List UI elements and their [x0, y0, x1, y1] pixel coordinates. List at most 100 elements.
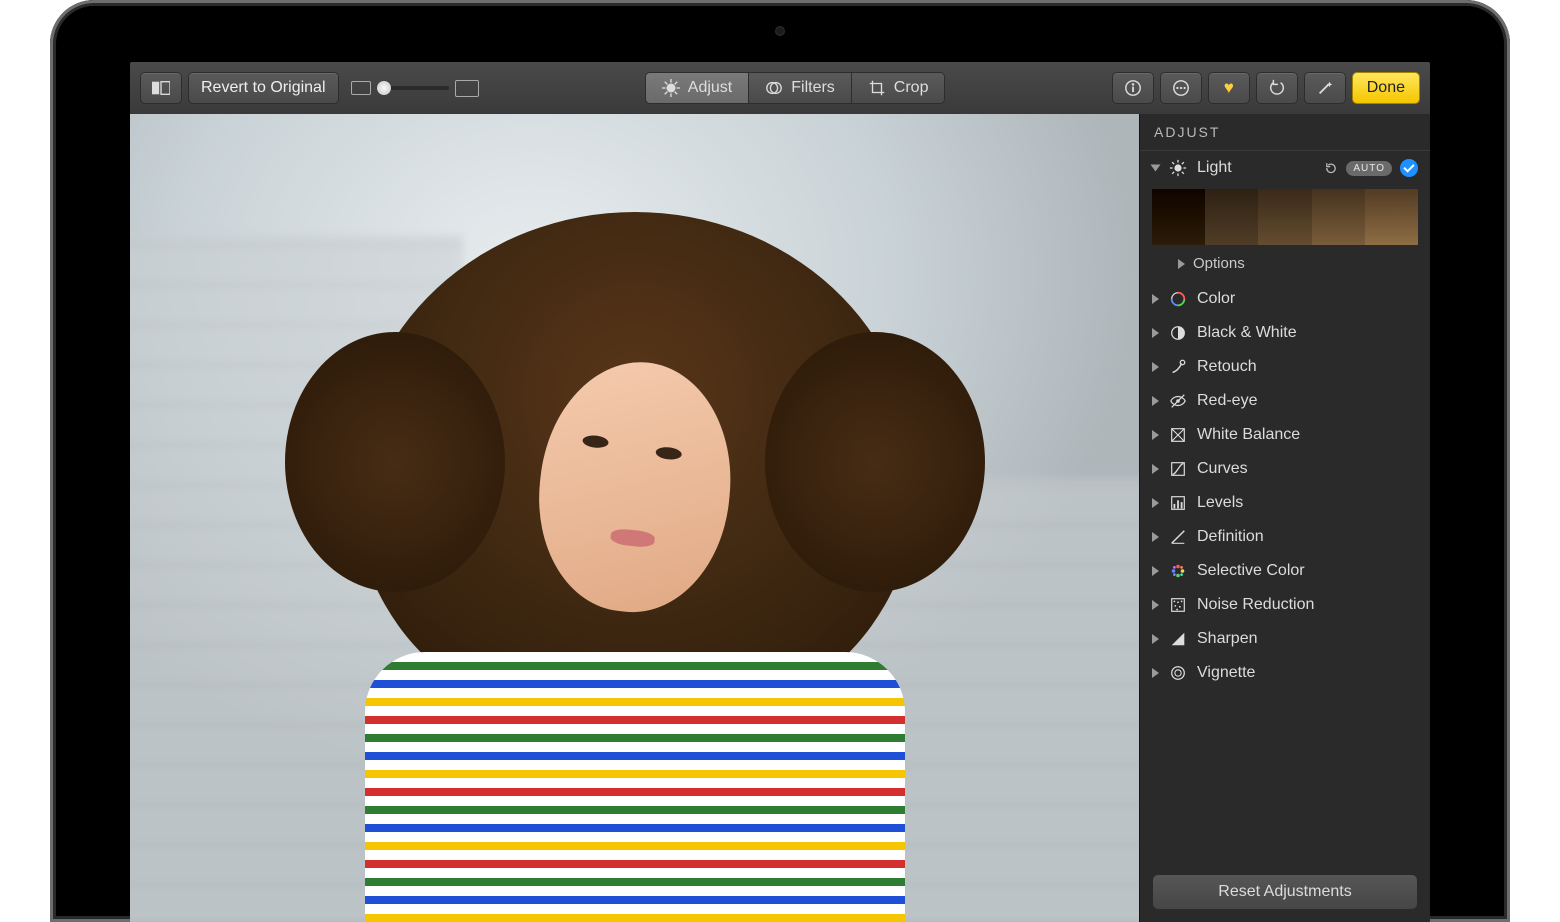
group-sharpen[interactable]: Sharpen	[1140, 622, 1430, 656]
disclosure-icon	[1151, 165, 1161, 172]
tab-crop-label: Crop	[894, 79, 929, 97]
sidebar-heading: ADJUST	[1140, 114, 1430, 151]
disclosure-icon	[1152, 498, 1159, 508]
app-window: Revert to Original Adjust	[130, 62, 1430, 922]
group-light-label: Light	[1197, 159, 1314, 177]
disclosure-icon	[1178, 259, 1185, 269]
group-noise-label: Noise Reduction	[1197, 596, 1418, 614]
zoom-knob[interactable]	[377, 81, 391, 95]
photo-subject	[355, 212, 915, 922]
revert-button[interactable]: Revert to Original	[188, 72, 339, 104]
light-options[interactable]: Options	[1140, 251, 1430, 282]
camera-dot	[775, 26, 785, 36]
group-levels-label: Levels	[1197, 494, 1418, 512]
work-area: ADJUST Light	[130, 114, 1430, 922]
group-definition[interactable]: Definition	[1140, 520, 1430, 554]
sharpen-icon	[1169, 630, 1187, 648]
light-thumb-5[interactable]	[1365, 189, 1418, 245]
more-button[interactable]	[1160, 72, 1202, 104]
group-bw-label: Black & White	[1197, 324, 1418, 342]
disclosure-icon	[1152, 668, 1159, 678]
photo-canvas[interactable]	[130, 114, 1139, 922]
group-selcolor[interactable]: Selective Color	[1140, 554, 1430, 588]
photo-shirt	[365, 652, 905, 922]
auto-enhance-button[interactable]	[1304, 72, 1346, 104]
group-color-label: Color	[1197, 290, 1418, 308]
revert-label: Revert to Original	[201, 79, 326, 97]
group-redeye-label: Red-eye	[1197, 392, 1418, 410]
group-vignette[interactable]: Vignette	[1140, 656, 1430, 690]
group-color[interactable]: Color	[1140, 282, 1430, 316]
disclosure-icon	[1152, 294, 1159, 304]
group-light[interactable]: Light AUTO	[1140, 151, 1430, 185]
wb-icon	[1169, 426, 1187, 444]
group-wb[interactable]: White Balance	[1140, 418, 1430, 452]
levels-icon	[1169, 494, 1187, 512]
zoom-slider[interactable]	[351, 80, 479, 97]
zoom-track[interactable]	[377, 86, 449, 90]
favorite-button[interactable]: ♥	[1208, 72, 1250, 104]
group-curves-label: Curves	[1197, 460, 1418, 478]
bw-icon	[1169, 324, 1187, 342]
group-redeye[interactable]: Red-eye	[1140, 384, 1430, 418]
tab-filters[interactable]: Filters	[749, 73, 852, 103]
info-icon	[1124, 79, 1142, 97]
toolbar: Revert to Original Adjust	[130, 62, 1430, 115]
zoom-in-icon	[455, 80, 479, 97]
light-icon	[1169, 159, 1187, 177]
group-levels[interactable]: Levels	[1140, 486, 1430, 520]
adjust-sidebar: ADJUST Light	[1139, 114, 1430, 922]
auto-light-button[interactable]: AUTO	[1346, 161, 1392, 176]
redeye-icon	[1169, 392, 1187, 410]
light-thumb-1[interactable]	[1152, 189, 1205, 245]
light-thumb-4[interactable]	[1312, 189, 1365, 245]
group-sharpen-label: Sharpen	[1197, 630, 1418, 648]
reset-adjustments-button[interactable]: Reset Adjustments	[1152, 874, 1418, 910]
tab-adjust-label: Adjust	[688, 79, 732, 97]
light-options-label: Options	[1193, 255, 1245, 272]
done-button[interactable]: Done	[1352, 72, 1420, 104]
light-thumb-2[interactable]	[1205, 189, 1258, 245]
group-definition-label: Definition	[1197, 528, 1418, 546]
reset-adjustments-label: Reset Adjustments	[1218, 883, 1351, 900]
retouch-icon	[1169, 358, 1187, 376]
disclosure-icon	[1152, 430, 1159, 440]
group-retouch[interactable]: Retouch	[1140, 350, 1430, 384]
adjust-panel: Light AUTO	[1140, 151, 1430, 874]
ellipsis-icon	[1172, 79, 1190, 97]
enabled-light-checkbox[interactable]	[1400, 159, 1418, 177]
tab-adjust[interactable]: Adjust	[646, 73, 749, 103]
curves-icon	[1169, 460, 1187, 478]
definition-icon	[1169, 528, 1187, 546]
disclosure-icon	[1152, 634, 1159, 644]
disclosure-icon	[1152, 532, 1159, 542]
edit-mode-segmented: Adjust Filters Crop	[645, 72, 946, 104]
disclosure-icon	[1152, 362, 1159, 372]
compare-view-button[interactable]	[140, 72, 182, 104]
rotate-button[interactable]	[1256, 72, 1298, 104]
disclosure-icon	[1152, 328, 1159, 338]
info-button[interactable]	[1112, 72, 1154, 104]
laptop-bezel: Revert to Original Adjust	[50, 0, 1510, 922]
disclosure-icon	[1152, 600, 1159, 610]
light-thumb-3[interactable]	[1258, 189, 1311, 245]
disclosure-icon	[1152, 566, 1159, 576]
done-label: Done	[1367, 79, 1405, 97]
wand-icon	[1316, 79, 1334, 97]
crop-icon	[868, 79, 886, 97]
compare-icon	[152, 79, 170, 97]
group-vignette-label: Vignette	[1197, 664, 1418, 682]
disclosure-icon	[1152, 396, 1159, 406]
heart-icon: ♥	[1224, 78, 1234, 98]
reset-light-icon[interactable]	[1324, 161, 1338, 175]
tab-crop[interactable]: Crop	[852, 73, 945, 103]
light-preview-strip[interactable]	[1140, 185, 1430, 251]
filters-icon	[765, 79, 783, 97]
group-retouch-label: Retouch	[1197, 358, 1418, 376]
disclosure-icon	[1152, 464, 1159, 474]
group-curves[interactable]: Curves	[1140, 452, 1430, 486]
group-bw[interactable]: Black & White	[1140, 316, 1430, 350]
selcolor-icon	[1169, 562, 1187, 580]
group-noise[interactable]: Noise Reduction	[1140, 588, 1430, 622]
rotate-icon	[1268, 79, 1286, 97]
